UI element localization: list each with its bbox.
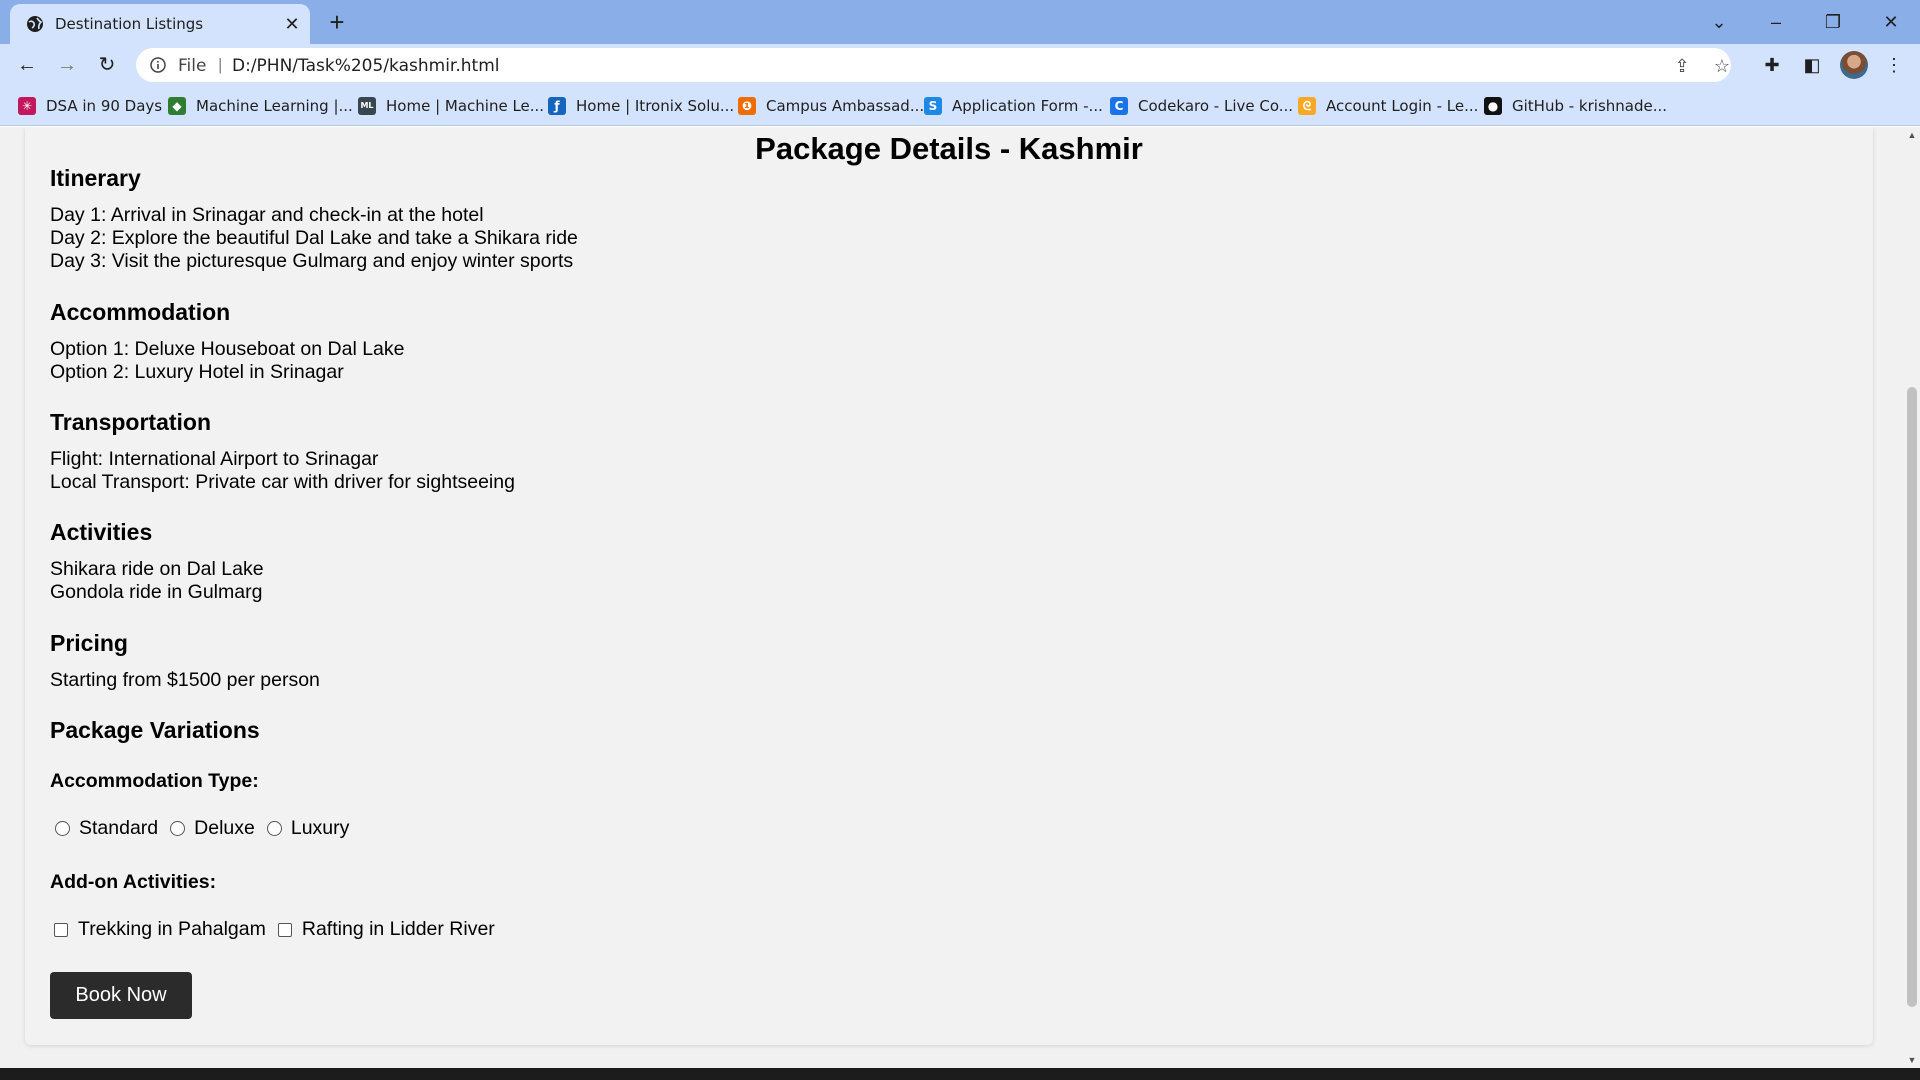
activities-line: Gondola ride in Gulmarg xyxy=(50,581,263,603)
itinerary-line: Day 1: Arrival in Srinagar and check-in … xyxy=(50,204,484,226)
codekaro-icon: C xyxy=(1110,97,1128,115)
checkbox-trekking[interactable] xyxy=(54,922,68,937)
checkbox-rafting[interactable] xyxy=(277,922,292,937)
bookmark-label: Home | Itronix Solu... xyxy=(576,97,735,115)
reload-icon[interactable]: ↻ xyxy=(92,50,122,80)
pricing-heading: Pricing xyxy=(50,630,128,656)
addon-activities-label: Add-on Activities: xyxy=(50,871,217,893)
bookmark-item[interactable]: C Codekaro - Live Co... xyxy=(1110,95,1293,117)
campus-icon: ❶ xyxy=(738,97,756,115)
bookmark-label: Machine Learning |... xyxy=(196,97,353,115)
browser-tab-active[interactable]: Destination Listings ✕ xyxy=(10,4,310,44)
transportation-heading: Transportation xyxy=(50,409,212,435)
bookmark-label: Account Login - Le... xyxy=(1326,97,1479,115)
accommodation-line: Option 2: Luxury Hotel in Srinagar xyxy=(50,361,344,383)
ml-icon: ◆ xyxy=(168,97,186,115)
address-bar[interactable]: File | D:/PHN/Task%205/kashmir.html ⇪ ☆ xyxy=(136,48,1731,82)
itinerary-line: Day 3: Visit the picturesque Gulmarg and… xyxy=(50,250,574,272)
avatar[interactable] xyxy=(1840,51,1868,79)
forward-arrow-icon[interactable]: → xyxy=(52,50,82,80)
scheme-label: File xyxy=(178,56,207,76)
bookmark-star-icon[interactable]: ☆ xyxy=(1711,55,1733,77)
browser-toolbar: ← → ↻ File | D:/PHN/Task%205/kashmir.htm… xyxy=(0,44,1920,86)
bookmark-item[interactable]: ML Home | Machine Le... xyxy=(358,95,544,117)
dsa-icon: ✳ xyxy=(18,97,36,115)
itinerary-line: Day 2: Explore the beautiful Dal Lake an… xyxy=(50,227,578,249)
transportation-line: Local Transport: Private car with driver… xyxy=(50,471,515,493)
scroll-up-icon[interactable]: ▲ xyxy=(1904,127,1920,143)
package-card: Package Details - Kashmir Itinerary Day … xyxy=(25,127,1873,1045)
tab-strip: Destination Listings ✕ + ⌄ – ❐ ✕ xyxy=(0,0,1920,44)
bookmark-item[interactable]: S Application Form -... xyxy=(924,95,1103,117)
addon-activities-options: Trekking in Pahalgam Rafting in Lidder R… xyxy=(54,918,507,941)
activities-line: Shikara ride on Dal Lake xyxy=(50,558,264,580)
bookmark-label: Application Form -... xyxy=(952,97,1103,115)
bookmark-label: Campus Ambassad... xyxy=(766,97,925,115)
page-viewport: Package Details - Kashmir Itinerary Day … xyxy=(0,127,1904,1068)
scrollbar-thumb[interactable] xyxy=(1907,387,1917,1007)
tab-close-icon[interactable]: ✕ xyxy=(282,14,302,34)
accommodation-type-label: Accommodation Type: xyxy=(50,770,259,792)
menu-kebab-icon[interactable]: ⋮ xyxy=(1882,53,1906,77)
leetcode-icon: ᘓ xyxy=(1298,97,1316,115)
bookmarks-bar: ✳ DSA in 90 Days ◆ Machine Learning |... ML H… xyxy=(0,86,1920,126)
side-panel-icon[interactable]: ◧ xyxy=(1800,53,1824,77)
vertical-scrollbar[interactable]: ▲ ▼ xyxy=(1904,127,1920,1068)
bookmark-item[interactable]: ᘓ Account Login - Le... xyxy=(1298,95,1478,117)
bookmark-label: Codekaro - Live Co... xyxy=(1138,97,1294,115)
accommodation-line: Option 1: Deluxe Houseboat on Dal Lake xyxy=(50,338,405,360)
extensions-puzzle-icon[interactable]: ✚ xyxy=(1760,53,1784,77)
accommodation-type-options: Standard Deluxe Luxury xyxy=(55,817,361,840)
radio-luxury-label[interactable]: Luxury xyxy=(291,817,350,840)
bookmark-label: DSA in 90 Days xyxy=(46,97,163,115)
pricing-line: Starting from $1500 per person xyxy=(50,669,320,691)
bookmark-label: GitHub - krishnade... xyxy=(1512,97,1668,115)
page-title: Package Details - Kashmir xyxy=(755,131,1143,166)
close-window-button[interactable]: ✕ xyxy=(1876,7,1906,37)
checkbox-rafting-label[interactable]: Rafting in Lidder River xyxy=(302,918,495,941)
aml-icon: ML xyxy=(358,97,376,115)
globe-icon xyxy=(27,16,43,32)
package-variations-heading: Package Variations xyxy=(50,717,260,743)
restore-button[interactable]: ❐ xyxy=(1818,7,1848,37)
info-icon[interactable] xyxy=(150,57,166,73)
share-icon[interactable]: ⇪ xyxy=(1671,55,1693,77)
url-text[interactable]: D:/PHN/Task%205/kashmir.html xyxy=(232,56,499,76)
application-form-icon: S xyxy=(924,97,942,115)
itronix-icon: ƒ xyxy=(548,97,566,115)
accommodation-heading: Accommodation xyxy=(50,299,231,325)
scroll-down-icon[interactable]: ▼ xyxy=(1904,1052,1920,1068)
radio-luxury[interactable] xyxy=(266,821,282,836)
bookmark-item[interactable]: ✳ DSA in 90 Days xyxy=(18,95,162,117)
radio-deluxe-label[interactable]: Deluxe xyxy=(194,817,255,840)
transportation-line: Flight: International Airport to Srinaga… xyxy=(50,448,379,470)
github-icon: ● xyxy=(1484,97,1502,115)
omnibox-separator: | xyxy=(218,55,223,74)
bookmark-item[interactable]: ❶ Campus Ambassad... xyxy=(738,95,924,117)
activities-heading: Activities xyxy=(50,519,153,545)
tab-title: Destination Listings xyxy=(55,15,204,33)
checkbox-trekking-label[interactable]: Trekking in Pahalgam xyxy=(78,918,266,941)
tab-search-chevron-icon[interactable]: ⌄ xyxy=(1704,7,1734,37)
book-now-button[interactable]: Book Now xyxy=(50,972,192,1019)
taskbar-edge xyxy=(0,1068,1920,1080)
radio-standard[interactable] xyxy=(55,821,70,836)
new-tab-button[interactable]: + xyxy=(324,9,350,35)
back-arrow-icon[interactable]: ← xyxy=(12,50,42,80)
bookmark-item[interactable]: ƒ Home | Itronix Solu... xyxy=(548,95,734,117)
minimize-button[interactable]: – xyxy=(1761,7,1791,37)
radio-deluxe[interactable] xyxy=(170,821,186,836)
bookmark-label: Home | Machine Le... xyxy=(386,97,545,115)
itinerary-heading: Itinerary xyxy=(50,165,141,191)
bookmark-item[interactable]: ● GitHub - krishnade... xyxy=(1484,95,1667,117)
bookmark-item[interactable]: ◆ Machine Learning |... xyxy=(168,95,353,117)
radio-standard-label[interactable]: Standard xyxy=(79,817,158,840)
